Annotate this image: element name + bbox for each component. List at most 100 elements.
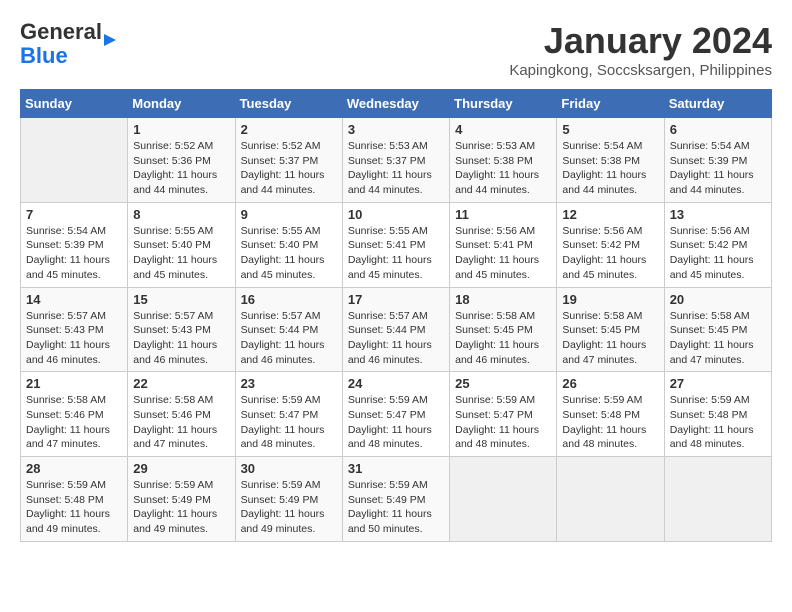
day-info: Sunrise: 5:59 AMSunset: 5:49 PMDaylight:…: [241, 478, 337, 537]
calendar-table: SundayMondayTuesdayWednesdayThursdayFrid…: [20, 89, 772, 542]
day-number: 21: [26, 376, 122, 391]
calendar-cell: 10 Sunrise: 5:55 AMSunset: 5:41 PMDayligh…: [342, 202, 449, 287]
day-info: Sunrise: 5:58 AMSunset: 5:45 PMDaylight:…: [562, 309, 658, 368]
day-number: 3: [348, 122, 444, 137]
day-number: 18: [455, 292, 551, 307]
calendar-cell: 12Sunrise: 5:56 AMSunset: 5:42 PMDayligh…: [557, 202, 664, 287]
day-info: Sunrise: 5:55 AMSunset: 5:40 PMDaylight:…: [241, 224, 337, 283]
day-number: 19: [562, 292, 658, 307]
day-number: 29: [133, 461, 229, 476]
calendar-cell: [21, 118, 128, 203]
calendar-cell: 18 Sunrise: 5:58 AMSunset: 5:45 PMDayligh…: [450, 287, 557, 372]
calendar-cell: 2 Sunrise: 5:52 AMSunset: 5:37 PMDaylight…: [235, 118, 342, 203]
day-number: 1: [133, 122, 229, 137]
day-number: 24: [348, 376, 444, 391]
day-info: Sunrise: 5:54 AMSunset: 5:39 PMDaylight:…: [26, 224, 122, 283]
calendar-cell: [664, 457, 771, 542]
day-info: Sunrise: 5:56 AMSunset: 5:42 PMDaylight:…: [670, 224, 766, 283]
day-number: 8: [133, 207, 229, 222]
day-number: 16: [241, 292, 337, 307]
calendar-week-3: 14Sunrise: 5:57 AMSunset: 5:43 PMDayligh…: [21, 287, 772, 372]
calendar-cell: 29 Sunrise: 5:59 AMSunset: 5:49 PMDayligh…: [128, 457, 235, 542]
day-info: Sunrise: 5:53 AMSunset: 5:38 PMDaylight:…: [455, 139, 551, 198]
day-header-friday: Friday: [557, 90, 664, 118]
day-info: Sunrise: 5:54 AMSunset: 5:38 PMDaylight:…: [562, 139, 658, 198]
day-info: Sunrise: 5:59 AMSunset: 5:49 PMDaylight:…: [348, 478, 444, 537]
day-header-sunday: Sunday: [21, 90, 128, 118]
calendar-cell: 3 Sunrise: 5:53 AMSunset: 5:37 PMDaylight…: [342, 118, 449, 203]
day-number: 30: [241, 461, 337, 476]
day-info: Sunrise: 5:59 AMSunset: 5:48 PMDaylight:…: [670, 393, 766, 452]
calendar-week-4: 21 Sunrise: 5:58 AMSunset: 5:46 PMDayligh…: [21, 372, 772, 457]
day-number: 28: [26, 461, 122, 476]
day-number: 17: [348, 292, 444, 307]
day-info: Sunrise: 5:57 AMSunset: 5:43 PMDaylight:…: [133, 309, 229, 368]
day-number: 5: [562, 122, 658, 137]
calendar-cell: 7 Sunrise: 5:54 AMSunset: 5:39 PMDaylight…: [21, 202, 128, 287]
calendar-cell: 11Sunrise: 5:56 AMSunset: 5:41 PMDayligh…: [450, 202, 557, 287]
day-info: Sunrise: 5:58 AMSunset: 5:45 PMDaylight:…: [455, 309, 551, 368]
calendar-week-1: 1 Sunrise: 5:52 AMSunset: 5:36 PMDaylight…: [21, 118, 772, 203]
calendar-cell: 30 Sunrise: 5:59 AMSunset: 5:49 PMDayligh…: [235, 457, 342, 542]
calendar-cell: 9Sunrise: 5:55 AMSunset: 5:40 PMDaylight…: [235, 202, 342, 287]
calendar-cell: 19 Sunrise: 5:58 AMSunset: 5:45 PMDayligh…: [557, 287, 664, 372]
calendar-cell: 27 Sunrise: 5:59 AMSunset: 5:48 PMDayligh…: [664, 372, 771, 457]
calendar-cell: 31Sunrise: 5:59 AMSunset: 5:49 PMDayligh…: [342, 457, 449, 542]
day-number: 23: [241, 376, 337, 391]
calendar-cell: 26Sunrise: 5:59 AMSunset: 5:48 PMDayligh…: [557, 372, 664, 457]
day-header-saturday: Saturday: [664, 90, 771, 118]
day-header-monday: Monday: [128, 90, 235, 118]
day-number: 27: [670, 376, 766, 391]
day-info: Sunrise: 5:59 AMSunset: 5:49 PMDaylight:…: [133, 478, 229, 537]
calendar-cell: 16 Sunrise: 5:57 AMSunset: 5:44 PMDayligh…: [235, 287, 342, 372]
day-number: 7: [26, 207, 122, 222]
calendar-cell: 17 Sunrise: 5:57 AMSunset: 5:44 PMDayligh…: [342, 287, 449, 372]
day-info: Sunrise: 5:52 AMSunset: 5:36 PMDaylight:…: [133, 139, 229, 198]
calendar-title: January 2024: [509, 20, 772, 62]
calendar-week-2: 7 Sunrise: 5:54 AMSunset: 5:39 PMDaylight…: [21, 202, 772, 287]
day-info: Sunrise: 5:57 AMSunset: 5:44 PMDaylight:…: [348, 309, 444, 368]
logo-blue: Blue: [20, 43, 68, 68]
calendar-cell: [557, 457, 664, 542]
day-info: Sunrise: 5:52 AMSunset: 5:37 PMDaylight:…: [241, 139, 337, 198]
day-info: Sunrise: 5:59 AMSunset: 5:47 PMDaylight:…: [348, 393, 444, 452]
calendar-cell: 13Sunrise: 5:56 AMSunset: 5:42 PMDayligh…: [664, 202, 771, 287]
day-number: 22: [133, 376, 229, 391]
day-info: Sunrise: 5:57 AMSunset: 5:43 PMDaylight:…: [26, 309, 122, 368]
logo-text: General Blue: [20, 20, 116, 68]
day-info: Sunrise: 5:59 AMSunset: 5:47 PMDaylight:…: [455, 393, 551, 452]
day-header-tuesday: Tuesday: [235, 90, 342, 118]
day-info: Sunrise: 5:57 AMSunset: 5:44 PMDaylight:…: [241, 309, 337, 368]
day-number: 11: [455, 207, 551, 222]
calendar-cell: 22 Sunrise: 5:58 AMSunset: 5:46 PMDayligh…: [128, 372, 235, 457]
calendar-cell: 14Sunrise: 5:57 AMSunset: 5:43 PMDayligh…: [21, 287, 128, 372]
day-info: Sunrise: 5:59 AMSunset: 5:47 PMDaylight:…: [241, 393, 337, 452]
day-info: Sunrise: 5:55 AMSunset: 5:41 PMDaylight:…: [348, 224, 444, 283]
day-info: Sunrise: 5:58 AMSunset: 5:46 PMDaylight:…: [133, 393, 229, 452]
calendar-cell: 8Sunrise: 5:55 AMSunset: 5:40 PMDaylight…: [128, 202, 235, 287]
calendar-cell: 25 Sunrise: 5:59 AMSunset: 5:47 PMDayligh…: [450, 372, 557, 457]
calendar-cell: 24 Sunrise: 5:59 AMSunset: 5:47 PMDayligh…: [342, 372, 449, 457]
day-info: Sunrise: 5:58 AMSunset: 5:46 PMDaylight:…: [26, 393, 122, 452]
calendar-cell: 4Sunrise: 5:53 AMSunset: 5:38 PMDaylight…: [450, 118, 557, 203]
day-number: 20: [670, 292, 766, 307]
calendar-cell: 20Sunrise: 5:58 AMSunset: 5:45 PMDayligh…: [664, 287, 771, 372]
title-block: January 2024 Kapingkong, Soccsksargen, P…: [509, 20, 772, 79]
day-info: Sunrise: 5:53 AMSunset: 5:37 PMDaylight:…: [348, 139, 444, 198]
day-number: 10: [348, 207, 444, 222]
day-number: 2: [241, 122, 337, 137]
day-number: 15: [133, 292, 229, 307]
calendar-cell: 21 Sunrise: 5:58 AMSunset: 5:46 PMDayligh…: [21, 372, 128, 457]
header-row: SundayMondayTuesdayWednesdayThursdayFrid…: [21, 90, 772, 118]
day-info: Sunrise: 5:56 AMSunset: 5:42 PMDaylight:…: [562, 224, 658, 283]
day-number: 25: [455, 376, 551, 391]
day-header-wednesday: Wednesday: [342, 90, 449, 118]
day-number: 26: [562, 376, 658, 391]
calendar-cell: 28Sunrise: 5:59 AMSunset: 5:48 PMDayligh…: [21, 457, 128, 542]
page-header: General Blue January 2024 Kapingkong, So…: [20, 20, 772, 79]
calendar-cell: [450, 457, 557, 542]
calendar-subtitle: Kapingkong, Soccsksargen, Philippines: [509, 62, 772, 79]
calendar-cell: 5 Sunrise: 5:54 AMSunset: 5:38 PMDaylight…: [557, 118, 664, 203]
calendar-cell: 23 Sunrise: 5:59 AMSunset: 5:47 PMDayligh…: [235, 372, 342, 457]
day-number: 6: [670, 122, 766, 137]
